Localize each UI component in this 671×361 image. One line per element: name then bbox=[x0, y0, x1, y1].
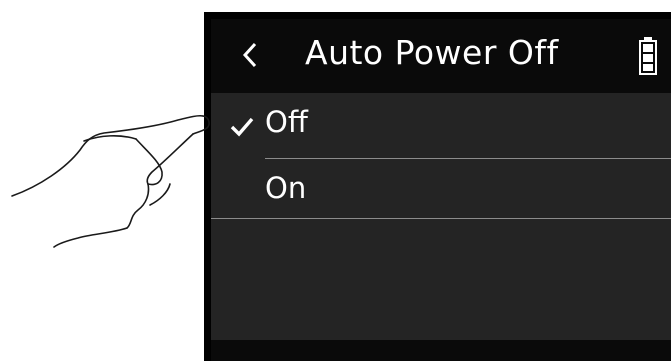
option-off-label: Off bbox=[265, 105, 308, 139]
divider bbox=[265, 158, 671, 159]
title-bar: Auto Power Off bbox=[211, 19, 671, 93]
divider bbox=[211, 218, 671, 219]
option-on[interactable]: On bbox=[211, 162, 671, 226]
screen-content: Auto Power Off Off On bbox=[211, 19, 671, 361]
screen-title: Auto Power Off bbox=[305, 33, 559, 72]
option-on-label: On bbox=[265, 171, 307, 205]
chevron-left-icon[interactable] bbox=[237, 35, 261, 75]
battery-full-icon bbox=[639, 37, 657, 75]
manual-illustration: Auto Power Off Off On bbox=[0, 0, 671, 361]
option-off[interactable]: Off bbox=[211, 96, 671, 160]
checkmark-icon bbox=[230, 117, 254, 137]
device-screen: Auto Power Off Off On bbox=[204, 12, 671, 361]
bottom-bar bbox=[211, 340, 671, 361]
